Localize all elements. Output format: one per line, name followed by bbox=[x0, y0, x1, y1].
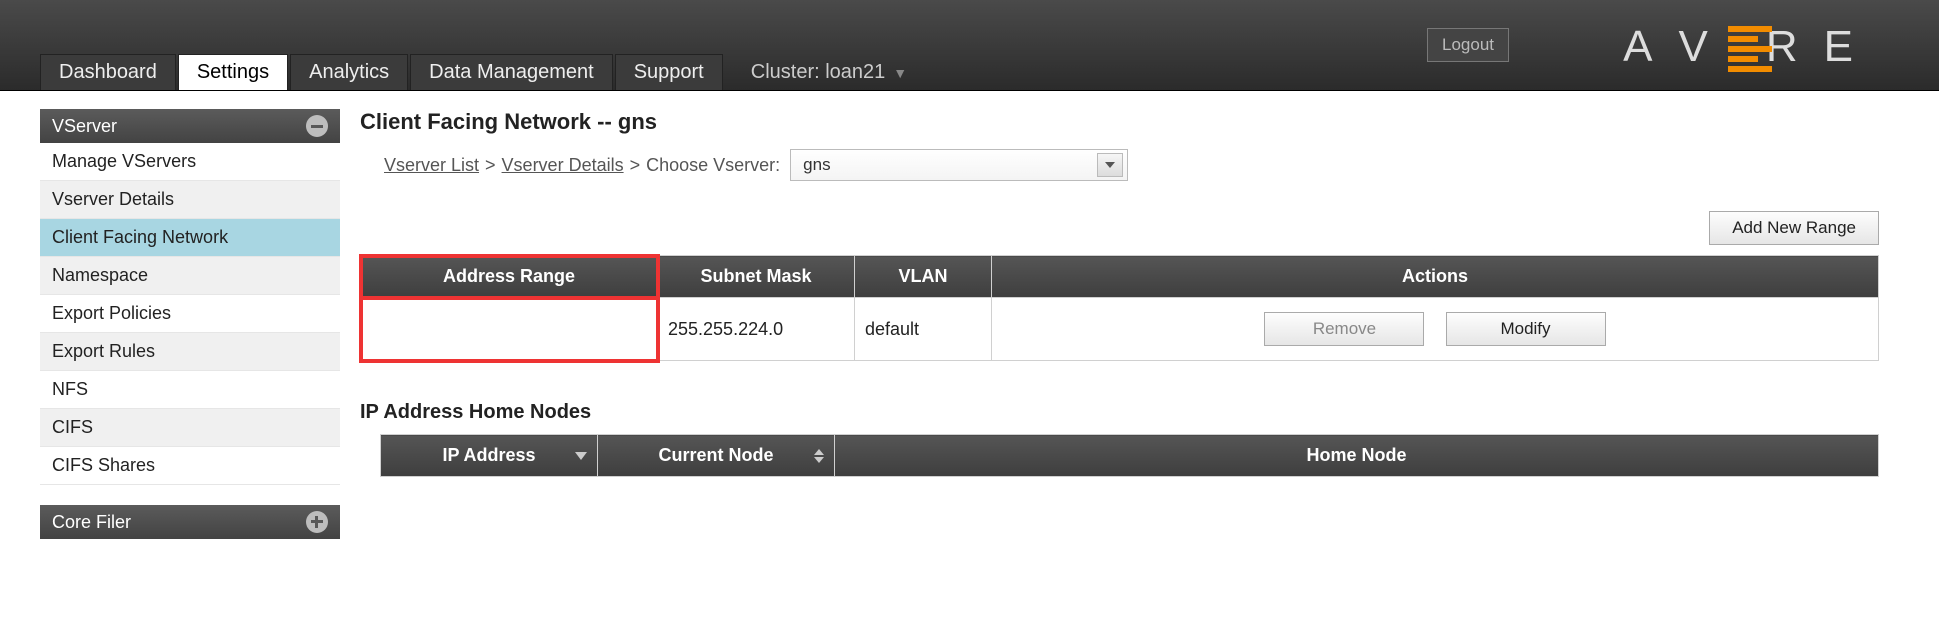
col-subnet-mask[interactable]: Subnet Mask bbox=[658, 256, 855, 298]
col-current-node[interactable]: Current Node bbox=[598, 435, 835, 477]
logout-button[interactable]: Logout bbox=[1427, 28, 1509, 62]
vserver-select[interactable]: gns bbox=[790, 149, 1128, 181]
vserver-select-value: gns bbox=[803, 155, 830, 175]
chevron-down-icon[interactable] bbox=[1097, 153, 1123, 177]
breadcrumb-vserver-details[interactable]: Vserver Details bbox=[502, 155, 624, 176]
sidebar-item-client-facing-network[interactable]: Client Facing Network bbox=[40, 219, 340, 257]
tab-settings[interactable]: Settings bbox=[178, 54, 288, 90]
cluster-prefix: Cluster: bbox=[751, 61, 820, 84]
sidebar-item-cifs-shares[interactable]: CIFS Shares bbox=[40, 447, 340, 485]
topbar: Logout A V R E Dashboard Settings Analyt… bbox=[0, 0, 1939, 91]
sidebar-section-title: VServer bbox=[52, 116, 117, 137]
brand-letter: R bbox=[1766, 22, 1824, 72]
modify-button[interactable]: Modify bbox=[1446, 312, 1606, 346]
ip-nodes-title: IP Address Home Nodes bbox=[360, 401, 1879, 424]
breadcrumb-sep: > bbox=[630, 155, 641, 176]
sidebar: VServer Manage VServers Vserver Details … bbox=[40, 109, 340, 539]
sidebar-item-nfs[interactable]: NFS bbox=[40, 371, 340, 409]
col-label: Current Node bbox=[658, 445, 773, 465]
col-label: Home Node bbox=[1306, 445, 1406, 465]
sidebar-item-vserver-details[interactable]: Vserver Details bbox=[40, 181, 340, 219]
main-content: Client Facing Network -- gns Vserver Lis… bbox=[340, 109, 1939, 539]
tab-analytics[interactable]: Analytics bbox=[290, 54, 408, 90]
expand-icon[interactable] bbox=[306, 511, 328, 533]
sidebar-section-title: Core Filer bbox=[52, 512, 131, 533]
tab-support[interactable]: Support bbox=[615, 54, 723, 90]
remove-button[interactable]: Remove bbox=[1264, 312, 1424, 346]
sidebar-item-export-rules[interactable]: Export Rules bbox=[40, 333, 340, 371]
range-actions: Add New Range bbox=[360, 211, 1879, 245]
page-title: Client Facing Network -- gns bbox=[360, 109, 1879, 135]
col-address-range[interactable]: Address Range bbox=[361, 256, 658, 298]
col-home-node[interactable]: Home Node bbox=[835, 435, 1879, 477]
tab-data-management[interactable]: Data Management bbox=[410, 54, 613, 90]
cell-actions: Remove Modify bbox=[992, 298, 1879, 361]
col-actions: Actions bbox=[992, 256, 1879, 298]
page-body: VServer Manage VServers Vserver Details … bbox=[0, 91, 1939, 539]
sidebar-item-export-policies[interactable]: Export Policies bbox=[40, 295, 340, 333]
breadcrumb: Vserver List > Vserver Details > Choose … bbox=[384, 149, 1879, 181]
brand-e-icon bbox=[1728, 26, 1772, 72]
tab-dashboard[interactable]: Dashboard bbox=[40, 54, 176, 90]
sidebar-item-manage-vservers[interactable]: Manage VServers bbox=[40, 143, 340, 181]
brand-letter: V bbox=[1679, 22, 1734, 72]
breadcrumb-vserver-list[interactable]: Vserver List bbox=[384, 155, 479, 176]
brand-letter: A bbox=[1623, 22, 1678, 72]
cluster-selector[interactable]: Cluster: loan21 ▼ bbox=[751, 61, 907, 90]
chevron-down-icon: ▼ bbox=[893, 65, 907, 81]
col-ip-address[interactable]: IP Address bbox=[381, 435, 598, 477]
cell-address-range bbox=[361, 298, 658, 361]
sidebar-item-cifs[interactable]: CIFS bbox=[40, 409, 340, 447]
main-tabs: Dashboard Settings Analytics Data Manage… bbox=[40, 54, 907, 90]
sidebar-item-namespace[interactable]: Namespace bbox=[40, 257, 340, 295]
collapse-icon[interactable] bbox=[306, 115, 328, 137]
cell-vlan: default bbox=[855, 298, 992, 361]
sort-icon[interactable] bbox=[814, 449, 824, 463]
col-vlan[interactable]: VLAN bbox=[855, 256, 992, 298]
add-new-range-button[interactable]: Add New Range bbox=[1709, 211, 1879, 245]
breadcrumb-sep: > bbox=[485, 155, 496, 176]
sidebar-section-vserver[interactable]: VServer bbox=[40, 109, 340, 143]
breadcrumb-choose-label: Choose Vserver: bbox=[646, 155, 780, 176]
col-label: IP Address bbox=[442, 445, 535, 465]
address-range-table: Address Range Subnet Mask VLAN Actions 2… bbox=[360, 255, 1879, 361]
table-row: 255.255.224.0 default Remove Modify bbox=[361, 298, 1879, 361]
brand-letter: E bbox=[1824, 22, 1879, 72]
cell-subnet-mask: 255.255.224.0 bbox=[658, 298, 855, 361]
cluster-name: loan21 bbox=[825, 61, 885, 84]
sidebar-section-core-filer[interactable]: Core Filer bbox=[40, 505, 340, 539]
ip-nodes-table: IP Address Current Node Home Node bbox=[380, 434, 1879, 477]
brand-logo: A V R E bbox=[1623, 22, 1879, 72]
sort-desc-icon[interactable] bbox=[575, 452, 587, 460]
